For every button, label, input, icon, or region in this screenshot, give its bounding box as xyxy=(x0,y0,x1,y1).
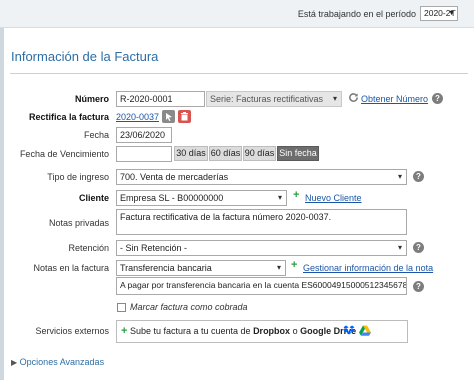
opciones-avanzadas-label: Opciones Avanzadas xyxy=(19,357,105,367)
dropbox-text: Dropbox xyxy=(253,326,291,336)
chevron-down-icon: ▾ xyxy=(277,193,282,202)
marcar-cobrada-checkbox[interactable] xyxy=(117,303,126,312)
fecha-label: Fecha xyxy=(83,130,109,140)
retencion-label: Retención xyxy=(68,243,109,253)
period-bar: Está trabajando en el período 2020-2T ▼ xyxy=(0,0,474,28)
nota-textarea[interactable]: A pagar por transferencia bancaria en la… xyxy=(116,277,407,295)
add-icon[interactable]: + xyxy=(293,189,299,201)
help-icon[interactable]: ? xyxy=(413,242,424,253)
30-dias-button[interactable]: 30 días xyxy=(174,146,208,161)
chevron-down-icon: ▼ xyxy=(448,10,455,17)
rectifica-label: Rectifica la factura xyxy=(28,112,109,122)
notas-privadas-label: Notas privadas xyxy=(48,218,109,228)
retencion-select[interactable]: - Sin Retención - ▾ xyxy=(116,240,407,256)
obtener-numero-link[interactable]: Obtener Número xyxy=(361,94,428,104)
numero-label: Número xyxy=(74,94,109,104)
notas-factura-select[interactable]: Transferencia bancaria ▾ xyxy=(116,260,286,276)
tipo-ingreso-label: Tipo de ingreso xyxy=(47,172,109,182)
period-select[interactable]: 2020-2T ▼ xyxy=(420,6,458,21)
google-drive-icon[interactable] xyxy=(359,325,371,336)
gestionar-nota-link[interactable]: Gestionar información de la nota xyxy=(303,263,433,273)
servicios-row[interactable]: + Sube tu factura a tu cuenta de Dropbox… xyxy=(121,325,356,337)
marcar-cobrada-label: Marcar factura como cobrada xyxy=(130,302,248,312)
notas-factura-label: Notas en la factura xyxy=(33,263,109,273)
serie-value: Serie: Facturas rectificativas xyxy=(210,94,324,104)
o-text: o xyxy=(292,326,298,336)
rectifica-link[interactable]: 2020-0037 xyxy=(116,112,159,122)
help-icon[interactable]: ? xyxy=(413,281,424,292)
sin-fecha-button[interactable]: Sin fecha xyxy=(277,146,319,161)
add-icon: + xyxy=(121,325,128,337)
help-icon[interactable]: ? xyxy=(432,93,443,104)
chevron-right-icon: ▶ xyxy=(11,358,18,367)
servicios-text: Sube tu factura a tu cuenta de xyxy=(129,326,251,336)
servicios-label: Servicios externos xyxy=(35,326,109,336)
vencimiento-label: Fecha de Vencimiento xyxy=(19,149,109,159)
vencimiento-input[interactable] xyxy=(116,146,172,162)
chevron-down-icon: ▾ xyxy=(332,94,337,103)
help-icon[interactable]: ? xyxy=(413,171,424,182)
select-invoice-icon[interactable] xyxy=(162,110,175,123)
left-edge xyxy=(0,28,4,380)
notas-privadas-textarea[interactable]: Factura rectificativa de la factura núme… xyxy=(116,209,407,235)
cliente-label: Cliente xyxy=(78,193,109,203)
chevron-down-icon: ▾ xyxy=(397,243,402,252)
cliente-select[interactable]: Empresa SL - B00000000 ▾ xyxy=(116,190,287,206)
chevron-down-icon: ▾ xyxy=(397,172,402,181)
serie-select[interactable]: Serie: Facturas rectificativas ▾ xyxy=(206,91,342,107)
dropbox-icon[interactable] xyxy=(343,325,355,336)
period-label: Está trabajando en el período xyxy=(297,9,416,19)
add-icon[interactable]: + xyxy=(291,259,297,271)
numero-input[interactable]: R-2020-0001 xyxy=(116,91,205,107)
60-dias-button[interactable]: 60 días xyxy=(209,146,242,161)
90-dias-button[interactable]: 90 días xyxy=(243,146,276,161)
cliente-value: Empresa SL - B00000000 xyxy=(120,193,224,203)
notas-factura-value: Transferencia bancaria xyxy=(120,263,212,273)
fecha-input[interactable]: 23/06/2020 xyxy=(116,127,172,143)
nuevo-cliente-link[interactable]: Nuevo Cliente xyxy=(305,193,362,203)
divider xyxy=(10,73,468,74)
refresh-icon[interactable] xyxy=(348,92,359,103)
opciones-avanzadas-toggle[interactable]: ▶ Opciones Avanzadas xyxy=(11,357,104,367)
trash-icon[interactable] xyxy=(178,110,191,123)
page-title: Información de la Factura xyxy=(11,49,159,64)
chevron-down-icon: ▾ xyxy=(276,263,281,272)
tipo-ingreso-select[interactable]: 700. Venta de mercaderías ▾ xyxy=(116,169,407,185)
retencion-value: - Sin Retención - xyxy=(120,243,188,253)
tipo-ingreso-value: 700. Venta de mercaderías xyxy=(120,172,229,182)
